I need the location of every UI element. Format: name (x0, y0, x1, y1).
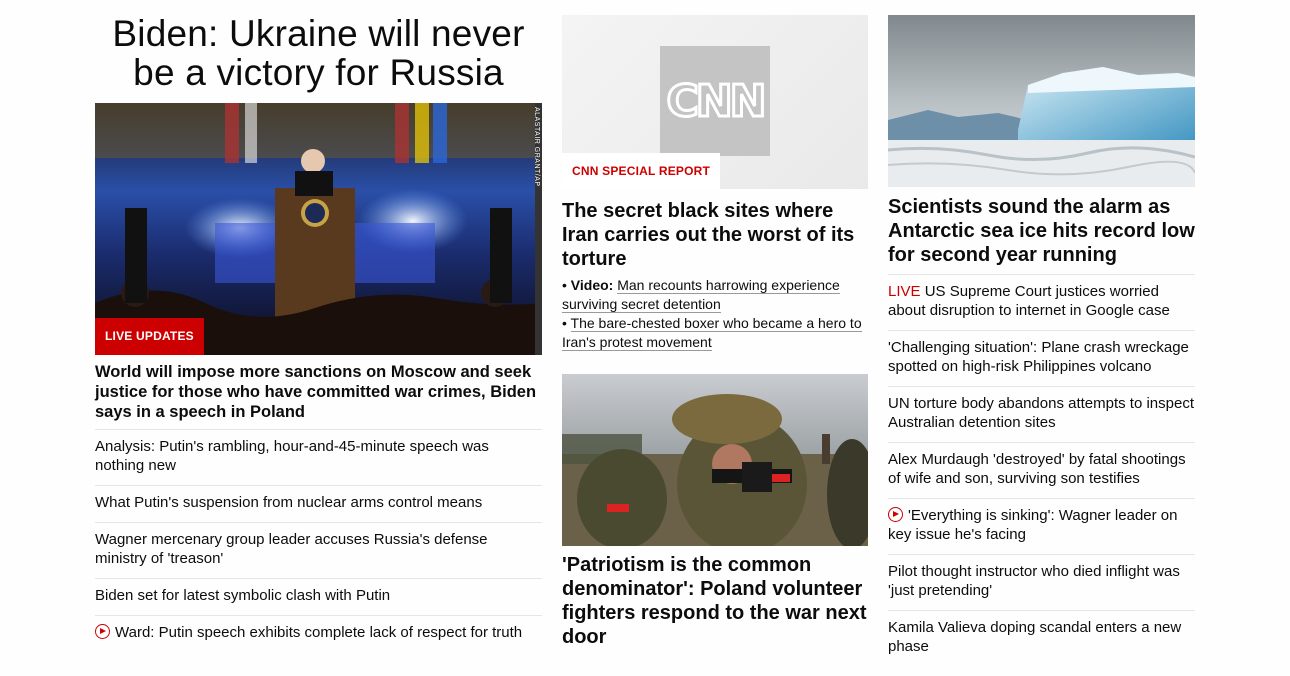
list-item-label: US Supreme Court justices worried about … (888, 283, 1170, 319)
list-item-label: Ward: Putin speech exhibits complete lac… (115, 624, 523, 641)
video-label: Video: (570, 277, 614, 293)
list-item-label: Analysis: Putin's rambling, hour-and-45-… (95, 438, 489, 474)
list-item-label: UN torture body abandons attempts to ins… (888, 395, 1195, 431)
cnn-logo-text: CNN (665, 74, 768, 128)
lead-headline[interactable]: World will impose more sanctions on Mosc… (95, 362, 542, 422)
poland-volunteers-headline[interactable]: 'Patriotism is the common denominator': … (562, 553, 868, 649)
list-item[interactable]: 'Everything is sinking': Wagner leader o… (888, 498, 1195, 554)
list-item-label: Biden set for latest symbolic clash with… (95, 587, 391, 604)
right-related-list: LIVE US Supreme Court justices worried a… (888, 274, 1195, 666)
sub-link-video[interactable]: • Video: Man recounts harrowing experien… (562, 276, 868, 314)
list-item-label: Pilot thought instructor who died inflig… (888, 563, 1180, 599)
biden-speech-image[interactable]: ALASTAIR GRANT/AP LIVE UPDATES (95, 103, 542, 355)
antarctic-ice-image[interactable] (888, 15, 1195, 187)
bullet: • (562, 315, 571, 331)
list-item-label: 'Challenging situation': Plane crash wre… (888, 339, 1189, 375)
list-item[interactable]: Pilot thought instructor who died inflig… (888, 554, 1195, 610)
list-item-label: What Putin's suspension from nuclear arm… (95, 494, 483, 511)
list-item[interactable]: Analysis: Putin's rambling, hour-and-45-… (95, 429, 542, 485)
sub-link-boxer[interactable]: • The bare-chested boxer who became a he… (562, 314, 868, 352)
poland-fighters-photo (562, 374, 868, 546)
hero-title[interactable]: Biden: Ukraine will never be a victory f… (95, 14, 542, 92)
photo-credit: ALASTAIR GRANT/AP (533, 107, 540, 187)
list-item[interactable]: Alex Murdaugh 'destroyed' by fatal shoot… (888, 442, 1195, 498)
list-item[interactable]: What Putin's suspension from nuclear arm… (95, 485, 542, 522)
poland-volunteers-image[interactable] (562, 374, 868, 546)
video-play-icon (95, 624, 110, 639)
video-play-icon (888, 507, 903, 522)
list-item[interactable]: Biden set for latest symbolic clash with… (95, 578, 542, 615)
list-item[interactable]: UN torture body abandons attempts to ins… (888, 386, 1195, 442)
live-label: LIVE (888, 283, 921, 300)
special-report-badge[interactable]: CNN SPECIAL REPORT (562, 153, 721, 189)
lead-related-list: Analysis: Putin's rambling, hour-and-45-… (95, 429, 542, 652)
list-item[interactable]: Ward: Putin speech exhibits complete lac… (95, 615, 542, 652)
live-updates-badge[interactable]: LIVE UPDATES (95, 318, 204, 355)
list-item-label: 'Everything is sinking': Wagner leader o… (888, 507, 1178, 543)
list-item-label: Wagner mercenary group leader accuses Ru… (95, 531, 488, 567)
list-item[interactable]: Kamila Valieva doping scandal enters a n… (888, 610, 1195, 666)
list-item-label: Kamila Valieva doping scandal enters a n… (888, 619, 1182, 655)
list-item[interactable]: Wagner mercenary group leader accuses Ru… (95, 522, 542, 578)
bullet: • (562, 277, 571, 293)
list-item[interactable]: 'Challenging situation': Plane crash wre… (888, 330, 1195, 386)
list-item-label: Alex Murdaugh 'destroyed' by fatal shoot… (888, 451, 1186, 487)
antarctic-headline[interactable]: Scientists sound the alarm as Antarctic … (888, 195, 1195, 267)
list-item[interactable]: LIVE US Supreme Court justices worried a… (888, 274, 1195, 330)
antarctic-ice-photo (888, 15, 1195, 187)
cnn-special-report-image[interactable]: CNN CNN SPECIAL REPORT (562, 15, 868, 189)
cnn-logo: CNN (660, 46, 770, 156)
iran-black-sites-headline[interactable]: The secret black sites where Iran carrie… (562, 199, 868, 271)
sub-link-text[interactable]: The bare-chested boxer who became a hero… (562, 315, 862, 351)
